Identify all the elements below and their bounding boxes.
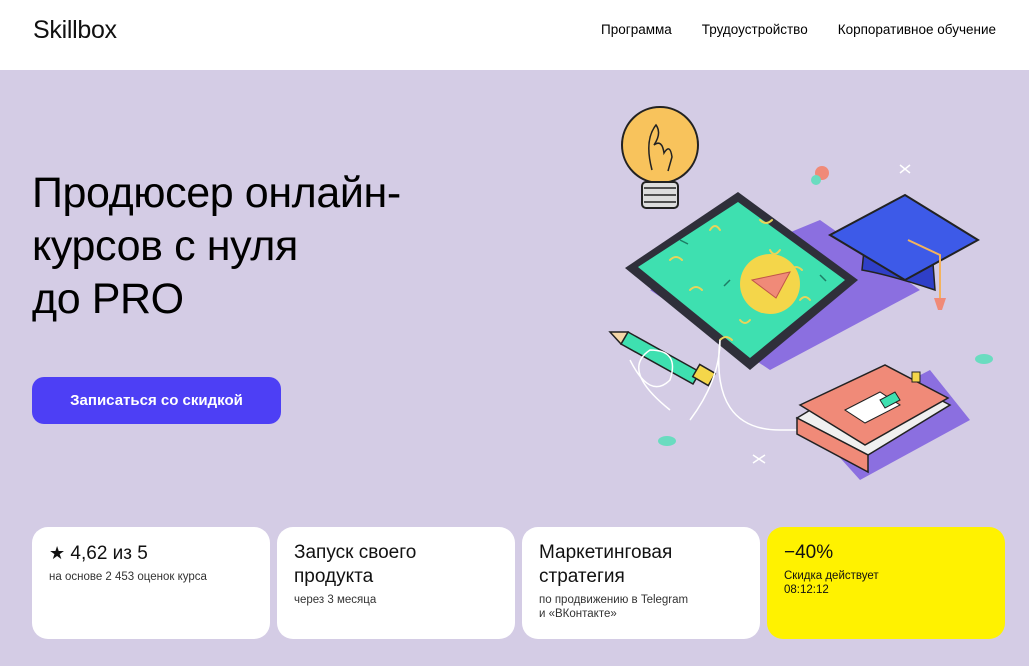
marketing-card: Маркетинговая стратегия по продвижению в … [522,527,760,639]
title-line-3: до PRO [32,275,184,323]
rating-value: ★ 4,62 из 5 [49,541,253,566]
hero-illustration [608,106,993,480]
rating-count: на основе 2 453 оценок курса [49,571,207,583]
marketing-title-line-1: Маркетинговая [539,542,673,563]
decor-cross-icon [899,164,911,174]
light-bulb-icon [621,106,699,209]
launch-card: Запуск своего продукта через 3 месяца [277,527,515,639]
launch-sub: через 3 месяца [294,594,377,606]
rating-text: 4,62 из 5 [70,543,148,564]
skillbox-logo[interactable]: Skillbox [33,16,117,45]
marketing-title: Маркетинговая стратегия [539,541,743,589]
title-line-2: курсов с нуля [32,222,298,270]
discount-label: Скидка действует [784,570,879,582]
nav-link-employment[interactable]: Трудоустройство [702,21,808,39]
marketing-sub-line-1: по продвижению в Telegram [539,594,689,606]
marketing-sub-line-2: и «ВКонтакте» [539,608,617,620]
countdown-timer: 08:12:12 [784,584,829,596]
signup-discount-button[interactable]: Записаться со скидкой [32,377,281,424]
launch-title-line-2: продукта [294,566,374,587]
discount-value: −40% [784,542,834,563]
pencil-icon [608,330,717,387]
discount-timer: Скидка действует 08:12:12 [784,569,988,597]
page-title: Продюсер онлайн- курсов с нуля до PRO [32,167,532,326]
launch-title: Запуск своего продукта [294,541,498,589]
star-icon: ★ [49,543,66,563]
nav-link-corporate[interactable]: Корпоративное обучение [838,21,996,39]
tablet-icon [625,192,858,370]
title-line-1: Продюсер онлайн- [32,169,401,217]
discount-card: −40% Скидка действует 08:12:12 [767,527,1005,639]
marketing-title-line-2: стратегия [539,566,625,587]
main-nav: Программа Трудоустройство Корпоративное … [601,21,996,39]
marketing-sub: по продвижению в Telegram и «ВКонтакте» [539,593,743,621]
rating-card: ★ 4,62 из 5 на основе 2 453 оценок курса [32,527,270,639]
launch-title-line-1: Запуск своего [294,542,417,563]
site-header: Skillbox Программа Трудоустройство Корпо… [0,0,1029,70]
nav-link-program[interactable]: Программа [601,21,672,39]
